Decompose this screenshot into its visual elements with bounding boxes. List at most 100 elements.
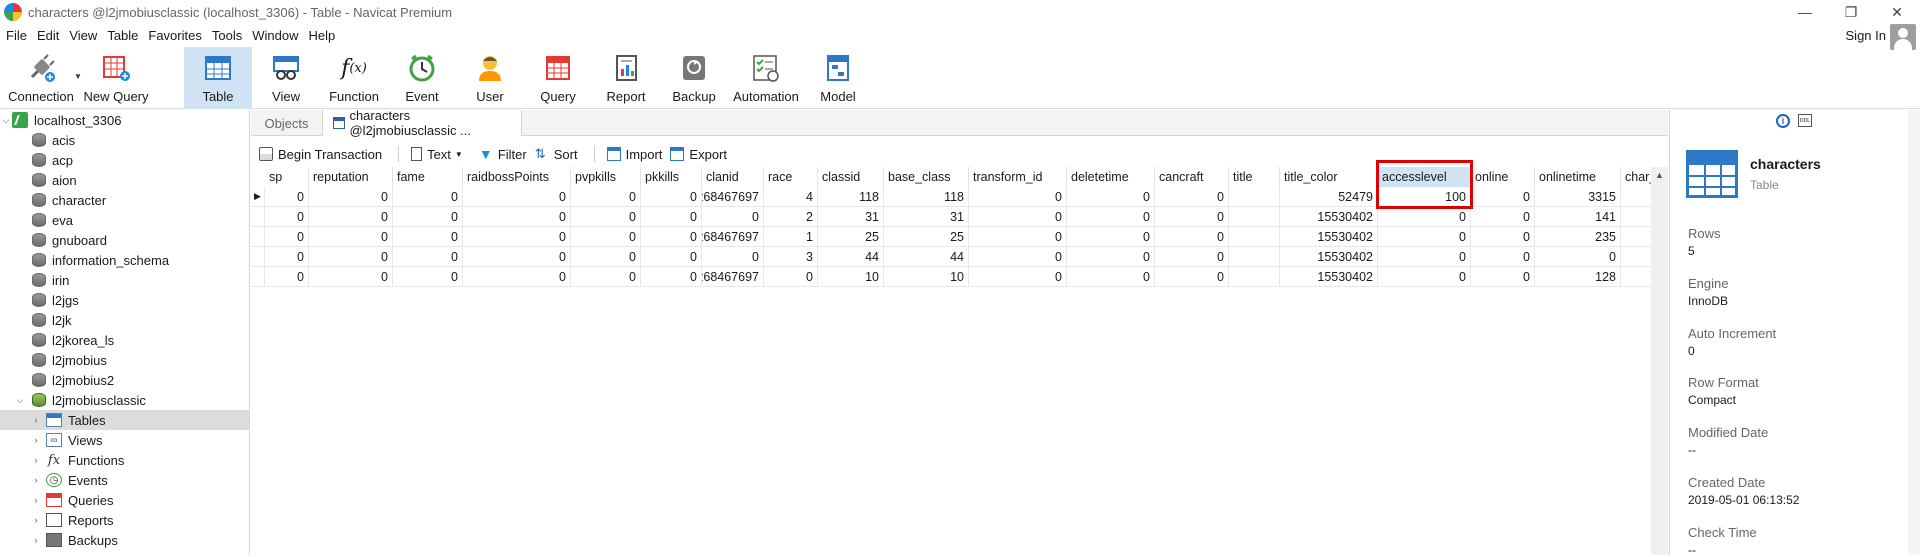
- cell-classid[interactable]: 25: [818, 227, 884, 247]
- cell-clanid[interactable]: 268467697: [702, 227, 764, 247]
- row-selector[interactable]: ▶: [251, 187, 265, 207]
- cell-title-color[interactable]: 15530402: [1280, 247, 1378, 267]
- cell-fame[interactable]: 0: [393, 187, 463, 207]
- tree-db-l2jmobius[interactable]: l2jmobius: [0, 350, 249, 370]
- menu-tools[interactable]: Tools: [207, 28, 247, 43]
- cell-onlinetime[interactable]: 128: [1535, 267, 1621, 287]
- tree-node-tables[interactable]: › Tables: [0, 410, 249, 430]
- cell-cancraft[interactable]: 0: [1155, 207, 1229, 227]
- cell-title[interactable]: [1229, 267, 1280, 287]
- column-header-transform-id[interactable]: transform_id: [969, 167, 1067, 187]
- info-icon[interactable]: i: [1776, 114, 1790, 128]
- menu-help[interactable]: Help: [303, 28, 340, 43]
- cell-clanid[interactable]: 0: [702, 247, 764, 267]
- cell-race[interactable]: 1: [764, 227, 818, 247]
- column-header-raidbosspoints[interactable]: raidbossPoints: [463, 167, 571, 187]
- cell-fame[interactable]: 0: [393, 207, 463, 227]
- cell-reputation[interactable]: 0: [309, 247, 393, 267]
- cell-accesslevel[interactable]: 0: [1378, 267, 1471, 287]
- menu-window[interactable]: Window: [247, 28, 303, 43]
- toolbar-event-button[interactable]: Event: [388, 47, 456, 109]
- cell-onlinetime[interactable]: 0: [1535, 247, 1621, 267]
- cell-sp[interactable]: 0: [265, 187, 309, 207]
- tree-db-eva[interactable]: eva: [0, 210, 249, 230]
- toolbar-backup-button[interactable]: Backup: [660, 47, 728, 109]
- export-button[interactable]: Export: [670, 147, 727, 162]
- text-button[interactable]: Text ▼: [411, 147, 463, 162]
- cell-clanid[interactable]: 268467697: [702, 187, 764, 207]
- column-header-fame[interactable]: fame: [393, 167, 463, 187]
- cell-pvpkills[interactable]: 0: [571, 267, 641, 287]
- cell-pkkills[interactable]: 0: [641, 247, 702, 267]
- toolbar-view-button[interactable]: View: [252, 47, 320, 109]
- cell-reputation[interactable]: 0: [309, 227, 393, 247]
- tree-db-character[interactable]: character: [0, 190, 249, 210]
- toolbar-user-button[interactable]: User: [456, 47, 524, 109]
- tree-db-aion[interactable]: aion: [0, 170, 249, 190]
- toolbar-model-button[interactable]: Model: [804, 47, 872, 109]
- cell-pkkills[interactable]: 0: [641, 267, 702, 287]
- filter-button[interactable]: ▼ Filter: [479, 147, 527, 162]
- cell-deletetime[interactable]: 0: [1067, 207, 1155, 227]
- cell-race[interactable]: 4: [764, 187, 818, 207]
- tree-node-queries[interactable]: › Queries: [0, 490, 249, 510]
- cell-title[interactable]: [1229, 227, 1280, 247]
- cell-cancraft[interactable]: 0: [1155, 267, 1229, 287]
- cell-title[interactable]: [1229, 187, 1280, 207]
- column-header-title[interactable]: title: [1229, 167, 1280, 187]
- toolbar-table-button[interactable]: Table: [184, 47, 252, 109]
- cell-raidbosspoints[interactable]: 0: [463, 227, 571, 247]
- cell-online[interactable]: 0: [1471, 227, 1535, 247]
- cell-pkkills[interactable]: 0: [641, 187, 702, 207]
- menu-view[interactable]: View: [64, 28, 102, 43]
- cell-sp[interactable]: 0: [265, 267, 309, 287]
- cell-pvpkills[interactable]: 0: [571, 207, 641, 227]
- menu-table[interactable]: Table: [102, 28, 143, 43]
- cell-clanid[interactable]: 268467697: [702, 267, 764, 287]
- cell-transform-id[interactable]: 0: [969, 227, 1067, 247]
- scroll-up-arrow-icon[interactable]: ▲: [1655, 170, 1664, 180]
- expand-chevron-icon[interactable]: ›: [30, 495, 42, 505]
- tree-db-l2jkorea-ls[interactable]: l2jkorea_ls: [0, 330, 249, 350]
- cell-pvpkills[interactable]: 0: [571, 187, 641, 207]
- column-header-classid[interactable]: classid: [818, 167, 884, 187]
- connection-dropdown-arrow-icon[interactable]: ▼: [74, 72, 82, 81]
- grid-vertical-scrollbar[interactable]: ▲: [1651, 167, 1668, 555]
- cell-base-class[interactable]: 44: [884, 247, 969, 267]
- row-selector[interactable]: [251, 227, 265, 247]
- cell-deletetime[interactable]: 0: [1067, 187, 1155, 207]
- cell-onlinetime[interactable]: 235: [1535, 227, 1621, 247]
- cell-classid[interactable]: 118: [818, 187, 884, 207]
- cell-pvpkills[interactable]: 0: [571, 247, 641, 267]
- tree-db-acis[interactable]: acis: [0, 130, 249, 150]
- cell-title-color[interactable]: 15530402: [1280, 207, 1378, 227]
- cell-transform-id[interactable]: 0: [969, 187, 1067, 207]
- tree-db-l2jgs[interactable]: l2jgs: [0, 290, 249, 310]
- cell-transform-id[interactable]: 0: [969, 247, 1067, 267]
- cell-title-color[interactable]: 52479: [1280, 187, 1378, 207]
- data-grid[interactable]: sp reputation fame raidbossPoints pvpkills pk…: [251, 160, 1665, 287]
- tree-node-views[interactable]: › ∞ Views: [0, 430, 249, 450]
- cell-deletetime[interactable]: 0: [1067, 247, 1155, 267]
- cell-onlinetime[interactable]: 3315: [1535, 187, 1621, 207]
- cell-transform-id[interactable]: 0: [969, 267, 1067, 287]
- tab-objects[interactable]: Objects: [251, 110, 322, 136]
- cell-base-class[interactable]: 31: [884, 207, 969, 227]
- cell-raidbosspoints[interactable]: 0: [463, 247, 571, 267]
- tree-node-reports[interactable]: › Reports: [0, 510, 249, 530]
- tree-node-events[interactable]: › ◷ Events: [0, 470, 249, 490]
- sort-button[interactable]: ⇅ Sort: [535, 147, 578, 162]
- cell-reputation[interactable]: 0: [309, 187, 393, 207]
- cell-clanid[interactable]: 0: [702, 207, 764, 227]
- restore-button[interactable]: ❐: [1828, 0, 1874, 24]
- menu-favorites[interactable]: Favorites: [143, 28, 206, 43]
- cell-classid[interactable]: 31: [818, 207, 884, 227]
- column-header-pkkills[interactable]: pkkills: [641, 167, 702, 187]
- cell-classid[interactable]: 44: [818, 247, 884, 267]
- text-dropdown-arrow-icon[interactable]: ▼: [455, 150, 463, 159]
- toolbar-function-button[interactable]: f (x) Function: [320, 47, 388, 109]
- row-selector[interactable]: [251, 207, 265, 227]
- cell-race[interactable]: 3: [764, 247, 818, 267]
- minimize-button[interactable]: —: [1782, 0, 1828, 24]
- sign-in-link[interactable]: Sign In: [1846, 28, 1886, 43]
